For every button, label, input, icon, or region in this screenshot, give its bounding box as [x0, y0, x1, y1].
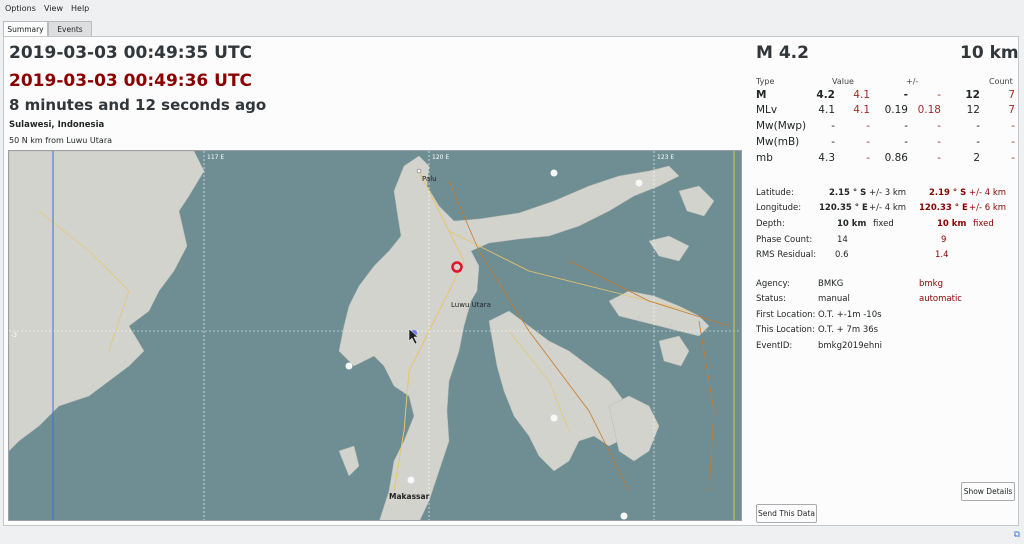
- latitude-value-2: 2.19 ° S: [929, 188, 967, 198]
- place-luwu-utara: Luwu Utara: [451, 301, 491, 309]
- magnitude-type: Mw(mB): [756, 136, 800, 148]
- header-pm: +/-: [906, 77, 919, 86]
- magnitude-error: -: [904, 120, 908, 132]
- magnitude-count-2: -: [1011, 120, 1015, 132]
- latitude-label: Latitude:: [756, 188, 794, 198]
- depth-label: Depth:: [756, 219, 785, 229]
- magnitude-error: 0.19: [884, 104, 908, 116]
- this-location-label: This Location:: [756, 325, 815, 335]
- header-count: Count: [989, 77, 1013, 86]
- phase-value-2: 9: [941, 235, 947, 245]
- magnitude-count-2: -: [1011, 152, 1015, 164]
- agency-value-2: bmkg: [919, 279, 943, 289]
- region-name: Sulawesi, Indonesia: [9, 120, 105, 130]
- magnitude-type: mb: [756, 152, 773, 164]
- event-map[interactable]: 117 E 120 E 123 E -3 Palu Luwu Utara Mak…: [8, 150, 742, 521]
- magnitude-value-2: 4.1: [853, 104, 870, 116]
- magnitude-error-2: -: [937, 136, 941, 148]
- magnitude-value: -: [831, 120, 835, 132]
- magnitude-count-2: -: [1011, 136, 1015, 148]
- tab-events[interactable]: Events: [48, 21, 92, 37]
- first-location-value: O.T. +-1m -10s: [818, 310, 882, 320]
- grid-label-120: 120 E: [432, 154, 449, 161]
- grid-label-123: 123 E: [657, 154, 674, 161]
- header-value: Value: [832, 77, 854, 86]
- latitude-error-2: +/- 4 km: [969, 188, 1007, 198]
- longitude-value-2: 120.33 ° E: [919, 203, 968, 213]
- magnitude-count: 12: [966, 104, 980, 116]
- phase-value: 14: [837, 235, 848, 245]
- magnitude-error-2: -: [937, 152, 941, 164]
- magnitude-value-2: -: [866, 120, 870, 132]
- resize-grip-icon[interactable]: ⧉: [1014, 530, 1020, 540]
- magnitude-error: -: [904, 136, 908, 148]
- magnitude-value-2: -: [866, 136, 870, 148]
- grid-label-117: 117 E: [207, 154, 224, 161]
- magnitude-type: Mw(Mwp): [756, 120, 807, 132]
- menu-help[interactable]: Help: [71, 4, 89, 13]
- nearest-city: 50 N km from Luwu Utara: [9, 136, 113, 145]
- magnitude-count: -: [976, 136, 980, 148]
- depth-title: 10 km: [960, 43, 1019, 63]
- time-ago: 8 minutes and 12 seconds ago: [9, 96, 267, 114]
- menu-bar: Options View Help: [0, 0, 1024, 18]
- magnitude-count: -: [976, 120, 980, 132]
- origin-time-automatic: 2019-03-03 00:49:36 UTC: [9, 71, 253, 91]
- status-value: manual: [818, 294, 850, 304]
- magnitude-error-2: -: [937, 120, 941, 132]
- menu-view[interactable]: View: [44, 4, 63, 13]
- longitude-error-2: +/- 6 km: [969, 203, 1007, 213]
- longitude-value: 120.35 ° E: [819, 203, 868, 213]
- magnitude-value: 4.2: [816, 89, 835, 101]
- magnitude-title: M 4.2: [756, 43, 809, 63]
- status-label: Status:: [756, 294, 786, 304]
- longitude-error: +/- 4 km: [869, 203, 907, 213]
- latitude-value: 2.15 ° S: [829, 188, 867, 198]
- map-canvas: 117 E 120 E 123 E -3 Palu Luwu Utara Mak…: [9, 151, 741, 520]
- magnitude-value-2: -: [866, 152, 870, 164]
- magnitude-error: -: [903, 89, 908, 101]
- origin-time: 2019-03-03 00:49:35 UTC: [9, 43, 253, 63]
- place-makassar: Makassar: [389, 492, 430, 501]
- rms-value: 0.6: [835, 250, 849, 260]
- first-location-label: First Location:: [756, 310, 816, 320]
- longitude-label: Longitude:: [756, 203, 802, 213]
- magnitude-count-2: 7: [1008, 104, 1015, 116]
- agency-label: Agency:: [756, 279, 790, 289]
- magnitude-error: 0.86: [884, 152, 908, 164]
- agency-value: BMKG: [818, 279, 844, 289]
- event-id-label: EventID:: [756, 341, 793, 351]
- show-details-button[interactable]: Show Details: [961, 482, 1015, 501]
- grid-label-lat: -3: [11, 332, 17, 339]
- phase-label: Phase Count:: [756, 235, 813, 245]
- magnitude-count: 12: [965, 89, 980, 101]
- magnitude-type: M: [756, 89, 767, 101]
- rms-label: RMS Residual:: [756, 250, 817, 260]
- depth-type: fixed: [873, 219, 894, 229]
- place-palu: Palu: [422, 175, 437, 183]
- magnitude-value-2: 4.1: [853, 89, 870, 101]
- header-type: Type: [756, 77, 775, 86]
- menu-options[interactable]: Options: [5, 4, 36, 13]
- magnitude-value: -: [831, 136, 835, 148]
- send-data-button[interactable]: Send This Data: [756, 504, 817, 523]
- magnitude-count: 2: [973, 152, 980, 164]
- depth-type-2: fixed: [973, 219, 994, 229]
- magnitude-type: MLv: [756, 104, 778, 116]
- event-id-value: bmkg2019ehni: [818, 341, 882, 351]
- magnitude-error-2: -: [937, 89, 941, 101]
- magnitude-value: 4.1: [818, 104, 835, 116]
- magnitude-error-2: 0.18: [917, 104, 941, 116]
- magnitude-value: 4.3: [818, 152, 835, 164]
- rms-value-2: 1.4: [935, 250, 949, 260]
- depth-value: 10 km: [837, 219, 867, 229]
- status-value-2: automatic: [919, 294, 962, 304]
- this-location-value: O.T. + 7m 36s: [818, 325, 879, 335]
- magnitude-count-2: 7: [1008, 89, 1015, 101]
- depth-value-2: 10 km: [937, 219, 967, 229]
- latitude-error: +/- 3 km: [869, 188, 907, 198]
